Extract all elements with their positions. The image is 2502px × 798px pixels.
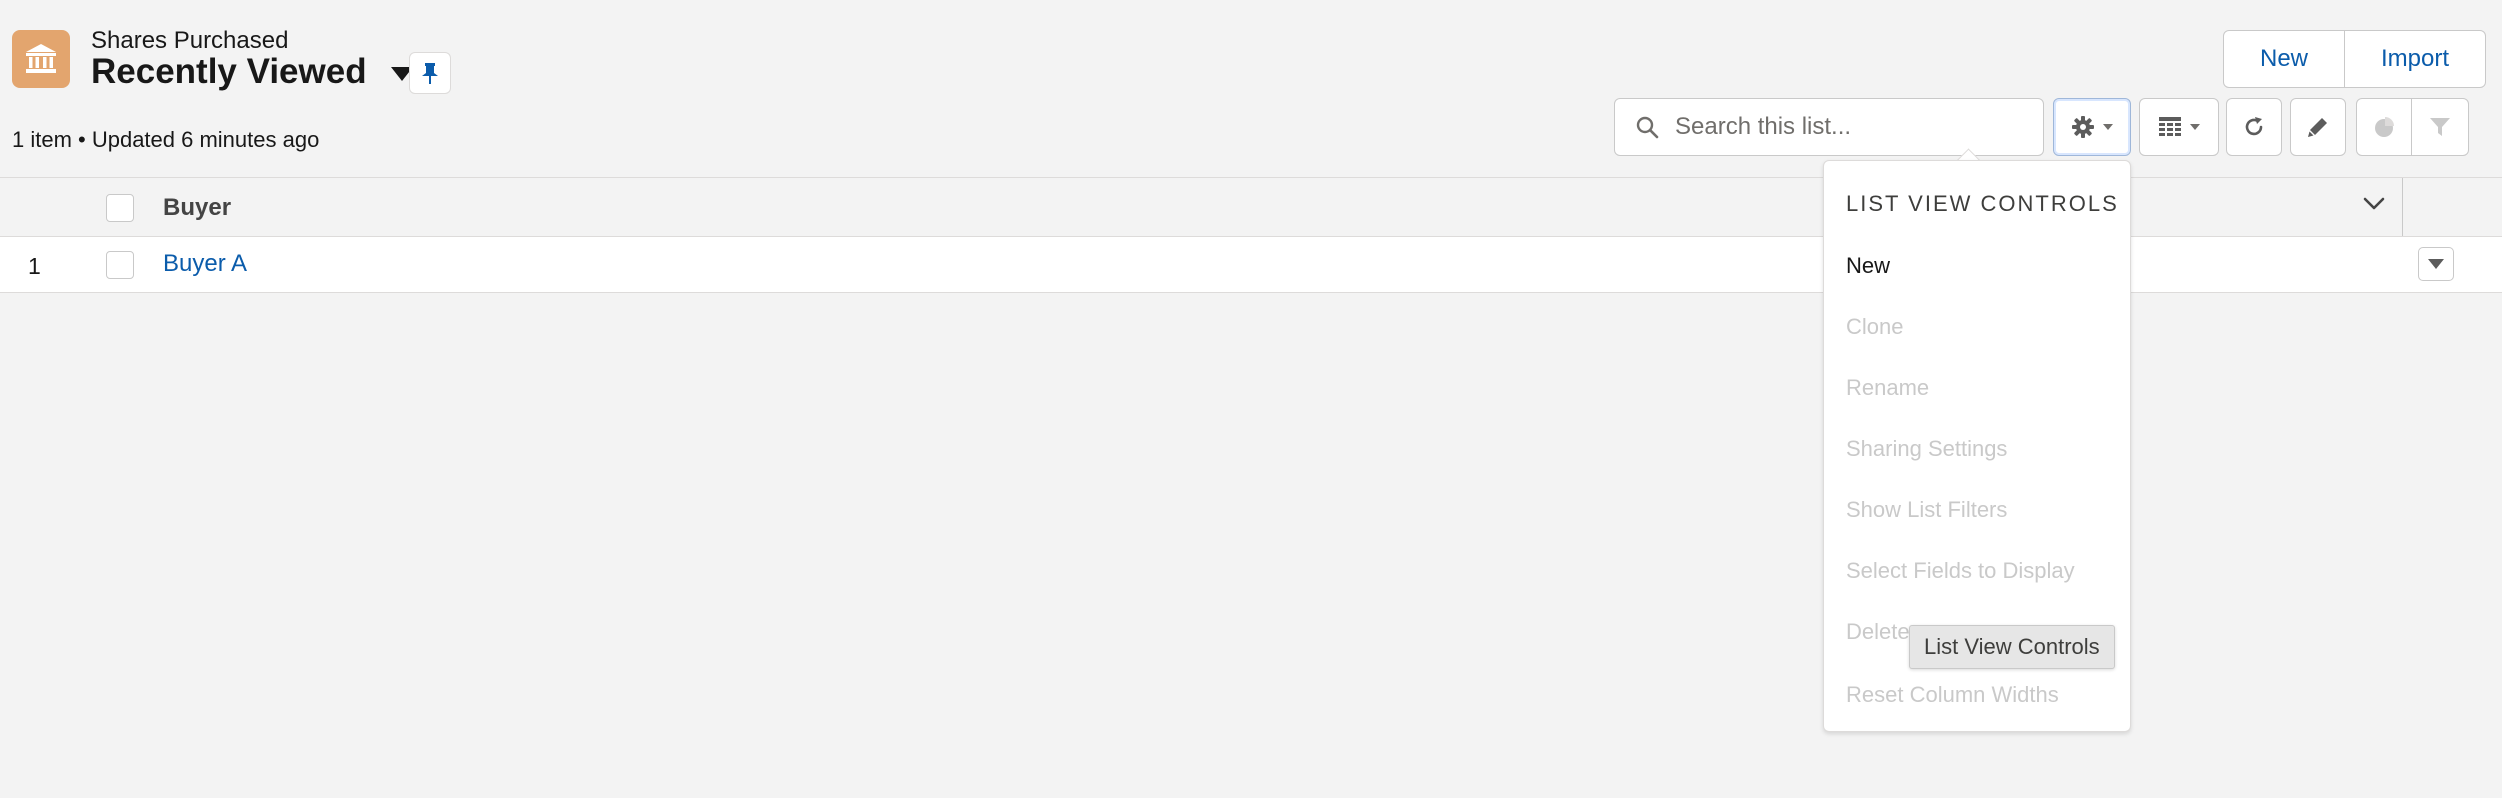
menu-item-rename: Rename — [1846, 375, 1930, 400]
gear-icon — [2072, 116, 2094, 138]
table-icon — [2159, 117, 2181, 136]
inline-edit-button[interactable] — [2290, 98, 2346, 156]
display-as-button[interactable] — [2139, 98, 2219, 156]
menu-item-new[interactable]: New — [1846, 253, 1890, 279]
new-button[interactable]: New — [2224, 31, 2344, 87]
column-divider — [2402, 178, 2403, 236]
object-icon — [12, 30, 70, 88]
search-box — [1614, 98, 2044, 156]
pin-button[interactable] — [409, 52, 451, 94]
dropdown-caret-icon — [2103, 124, 2113, 130]
refresh-button[interactable] — [2226, 98, 2282, 156]
row-checkbox[interactable] — [106, 251, 134, 279]
list-meta: 1 item • Updated 6 minutes ago — [12, 127, 320, 152]
search-icon — [1636, 116, 1659, 139]
menu-item-sharing-settings: Sharing Settings — [1846, 436, 2008, 461]
column-actions-chevron[interactable] — [2362, 196, 2386, 217]
menu-item-delete: Delete — [1846, 619, 1910, 644]
menu-item-select-fields: Select Fields to Display — [1846, 558, 2075, 583]
list-view-selector[interactable]: Recently Viewed — [91, 52, 413, 92]
caret-down-icon — [2428, 259, 2444, 269]
buyer-link[interactable]: Buyer A — [163, 250, 247, 278]
refresh-icon — [2245, 117, 2263, 136]
row-number: 1 — [28, 253, 41, 279]
menu-item-reset-column-widths: Reset Column Widths — [1846, 682, 2059, 707]
chevron-down-icon — [2363, 197, 2385, 210]
row-actions-button[interactable] — [2418, 247, 2454, 281]
list-view-controls-button[interactable] — [2053, 98, 2131, 156]
filter-icon — [2430, 118, 2450, 136]
pencil-icon — [2308, 118, 2327, 137]
menu-item-clone: Clone — [1846, 314, 1904, 339]
chart-icon — [2375, 117, 2394, 137]
dropdown-caret-icon — [2190, 124, 2200, 130]
filters-button[interactable] — [2411, 98, 2469, 156]
column-header-buyer[interactable]: Buyer — [163, 194, 231, 222]
object-name: Shares Purchased — [91, 27, 289, 54]
charts-button[interactable] — [2356, 98, 2412, 156]
pin-icon — [422, 63, 438, 84]
page-title: Recently Viewed — [91, 52, 367, 91]
tooltip: List View Controls — [1909, 625, 2115, 669]
search-input[interactable] — [1673, 112, 2037, 142]
import-button[interactable]: Import — [2344, 31, 2485, 87]
bank-icon — [26, 44, 56, 73]
menu-item-show-list-filters: Show List Filters — [1846, 497, 2008, 522]
select-all-checkbox[interactable] — [106, 194, 134, 222]
menu-heading: LIST VIEW CONTROLS — [1846, 191, 2119, 216]
action-button-group: New Import — [2223, 30, 2487, 88]
